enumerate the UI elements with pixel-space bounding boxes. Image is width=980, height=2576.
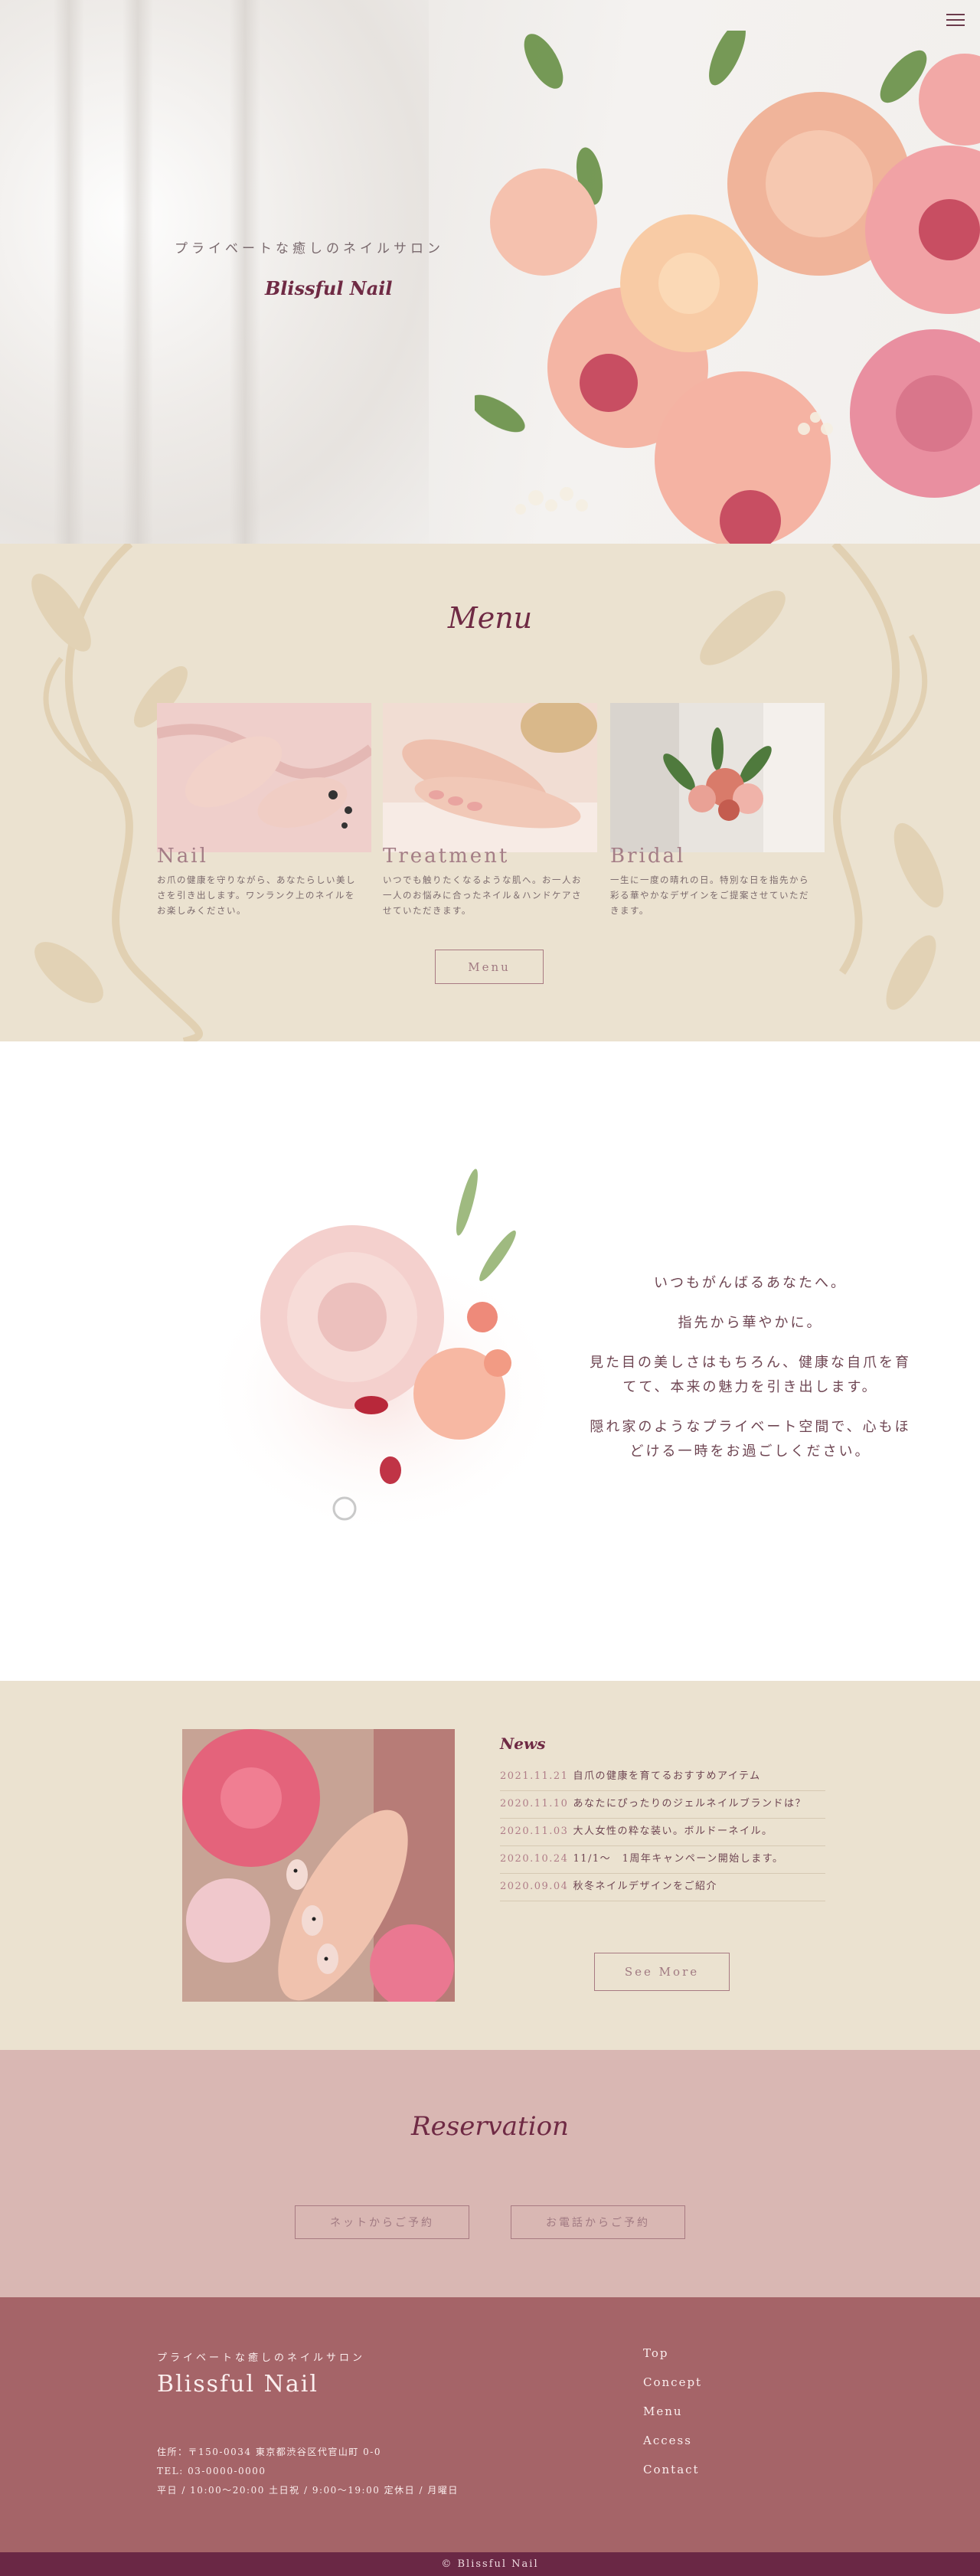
footer-nav-concept[interactable]: Concept — [643, 2375, 702, 2404]
bridal-photo — [610, 703, 825, 852]
footer-subtitle: プライベートな癒しのネイルサロン — [157, 2352, 366, 2364]
news-text: 大人女性の粋な装い。ボルドーネイル。 — [573, 1826, 773, 1837]
menu-card-nail[interactable]: Nail お爪の健康を守りながら、あなたらしい美しさを引き出します。ワンランク上… — [155, 703, 375, 918]
concept-line: いつもがんばるあなたへ。 — [654, 1275, 847, 1291]
news-text: 自爪の健康を育てるおすすめアイテム — [573, 1770, 761, 1782]
footer-nav-access[interactable]: Access — [643, 2434, 702, 2463]
menu-card-text: 一生に一度の晴れの日。特別な日を指先から彩る華やかなデザインをご提案させていただ… — [610, 874, 809, 916]
menu-card-treatment[interactable]: Treatment いつでも触りたくなるような肌へ。お一人お一人のお悩みに合った… — [383, 699, 597, 918]
news-section: News 2021.11.21 自爪の健康を育てるおすすめアイテム 2020.11… — [0, 1681, 980, 2050]
hero-section: プライベートな癒しのネイルサロン Blissful Nail — [0, 0, 980, 544]
page: プライベートな癒しのネイルサロン Blissful Nail Menu Nail… — [0, 0, 980, 2576]
news-text: あなたにぴったりのジェルネイルブランドは？ — [573, 1798, 806, 1809]
menu-title: Menu — [447, 601, 533, 635]
reservation-section: Reservation ネットからご予約 お電話からご予約 — [0, 2050, 980, 2297]
menu-card-title: Treatment — [383, 845, 510, 868]
footer-brand-name: Blissful Nail — [157, 2371, 318, 2398]
hero-flower-bouquet — [475, 31, 980, 544]
footer: プライベートな癒しのネイルサロン Blissful Nail 住所：〒150-0… — [0, 2297, 980, 2552]
footer-tel: TEL: 03-0000-0000 — [157, 2466, 266, 2476]
news-item[interactable]: 2020.11.10 あなたにぴったりのジェルネイルブランドは？ — [500, 1791, 825, 1819]
hero-subtitle: プライベートな癒しのネイルサロン — [175, 241, 444, 257]
news-date: 2020.10.24 — [500, 1853, 569, 1865]
concept-line: 見た目の美しさはもちろん、健康な自爪を育てて、本来の魅力を引き出します。 — [590, 1355, 911, 1395]
news-text: 秋冬ネイルデザインをご紹介 — [573, 1881, 717, 1892]
footer-hours: 平日 / 10:00〜20:00 土日祝 / 9:00〜19:00 定休日 / … — [157, 2485, 459, 2496]
menu-card-bridal[interactable]: Bridal 一生に一度の晴れの日。特別な日を指先から彩る華やかなデザインをご提… — [610, 703, 825, 918]
news-list: 2021.11.21 自爪の健康を育てるおすすめアイテム 2020.11.10 あな… — [500, 1764, 825, 1901]
news-nail-photo — [182, 1729, 455, 2002]
menu-card-text: お爪の健康を守りながら、あなたらしい美しさを引き出します。ワンランク上のネイルを… — [157, 874, 356, 916]
copyright: © Blissful Nail — [0, 2552, 980, 2576]
news-item[interactable]: 2021.11.21 自爪の健康を育てるおすすめアイテム — [500, 1764, 825, 1791]
news-text: 11/1〜 1周年キャンペーン開始します。 — [573, 1853, 784, 1865]
news-date: 2020.09.04 — [500, 1881, 569, 1892]
see-more-button[interactable]: See More — [594, 1953, 730, 1991]
menu-button[interactable]: Menu — [435, 950, 544, 984]
phone-reservation-button[interactable]: お電話からご予約 — [511, 2205, 685, 2239]
nail-photo — [155, 703, 375, 852]
news-item[interactable]: 2020.10.24 11/1〜 1周年キャンペーン開始します。 — [500, 1846, 825, 1874]
reservation-title: Reservation — [411, 2111, 569, 2142]
footer-nav-menu[interactable]: Menu — [643, 2404, 702, 2434]
footer-address-block: 住所：〒150-0034 東京都渋谷区代官山町 0-0 TEL: 03-0000… — [157, 2443, 459, 2500]
news-date: 2020.11.03 — [500, 1826, 569, 1837]
net-reservation-button[interactable]: ネットからご予約 — [295, 2205, 469, 2239]
hamburger-menu-icon[interactable] — [946, 14, 965, 31]
news-item[interactable]: 2020.11.03 大人女性の粋な装い。ボルドーネイル。 — [500, 1819, 825, 1846]
news-title: News — [500, 1734, 546, 1753]
concept-line: 指先から華やかに。 — [678, 1315, 823, 1331]
menu-section: Menu Nail お爪の健康を守りながら、あなたらしい美しさを引き出します。ワ… — [0, 544, 980, 1041]
footer-nav: Top Concept Menu Access Contact — [643, 2346, 702, 2492]
news-date: 2020.11.10 — [500, 1798, 569, 1809]
concept-text: いつもがんばるあなたへ。 指先から華やかに。 見た目の美しさはもちろん、健康な自… — [582, 1271, 919, 1479]
news-date: 2021.11.21 — [500, 1770, 569, 1782]
treatment-photo — [383, 699, 597, 852]
footer-nav-top[interactable]: Top — [643, 2346, 702, 2375]
menu-card-title: Bridal — [610, 845, 686, 868]
news-item[interactable]: 2020.09.04 秋冬ネイルデザインをご紹介 — [500, 1874, 825, 1901]
concept-section: いつもがんばるあなたへ。 指先から華やかに。 見た目の美しさはもちろん、健康な自… — [0, 1041, 980, 1681]
concept-line: 隠れ家のようなプライベート空間で、心もほどける一時をお過ごしください。 — [590, 1419, 911, 1460]
menu-card-text: いつでも触りたくなるような肌へ。お一人お一人のお悩みに合ったネイル＆ハンドケアさ… — [383, 874, 582, 916]
concept-rose-photo — [207, 1169, 567, 1539]
hero-logo: Blissful Nail — [265, 277, 393, 299]
menu-card-title: Nail — [157, 845, 208, 868]
footer-nav-contact[interactable]: Contact — [643, 2463, 702, 2492]
footer-address: 住所：〒150-0034 東京都渋谷区代官山町 0-0 — [157, 2447, 381, 2457]
